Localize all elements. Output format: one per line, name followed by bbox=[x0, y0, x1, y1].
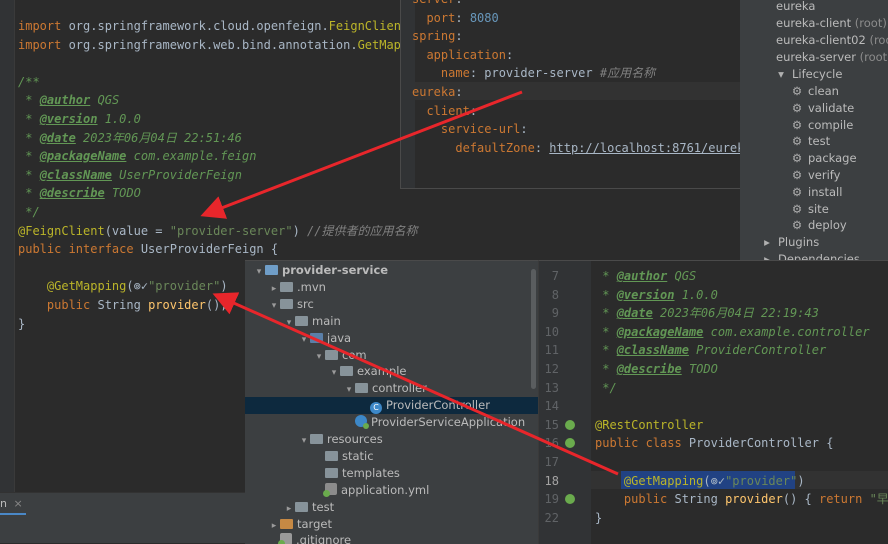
arrow-controller-to-feign-method bbox=[212, 292, 619, 476]
arrow-yaml-to-feignclient bbox=[200, 90, 523, 219]
annotation-arrows bbox=[200, 90, 619, 476]
